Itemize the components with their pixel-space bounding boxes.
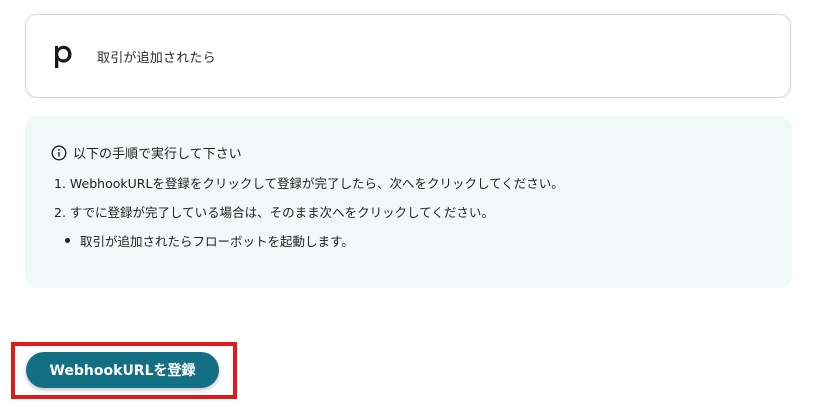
instructions-box: 以下の手順で実行して下さい 1. WebhookURLを登録をクリックして登録が… (25, 116, 792, 288)
instructions-title: 以下の手順で実行して下さい (73, 147, 242, 162)
register-webhook-url-button[interactable]: WebhookURLを登録 (26, 352, 219, 388)
page: 取引が追加されたら 以下の手順で実行して下さい 1. WebhookURLを登録… (0, 0, 814, 405)
instruction-step-1: 1. WebhookURLを登録をクリックして登録が完了したら、次へをクリックし… (54, 176, 564, 191)
instruction-bullet: 取引が追加されたらフローボットを起動します。 (65, 231, 354, 250)
instruction-step-2: 2. すでに登録が完了している場合は、そのまま次へをクリックしてください。 (54, 205, 494, 220)
trigger-label: 取引が追加されたら (97, 50, 216, 66)
bullet-dot-icon (65, 238, 70, 243)
info-circle-icon (51, 144, 67, 161)
pipedrive-logo-icon (51, 41, 75, 71)
instruction-bullet-text: 取引が追加されたらフローボットを起動します。 (80, 234, 354, 249)
trigger-card[interactable]: 取引が追加されたら (25, 14, 791, 98)
instructions-header: 以下の手順で実行して下さい (51, 143, 242, 162)
